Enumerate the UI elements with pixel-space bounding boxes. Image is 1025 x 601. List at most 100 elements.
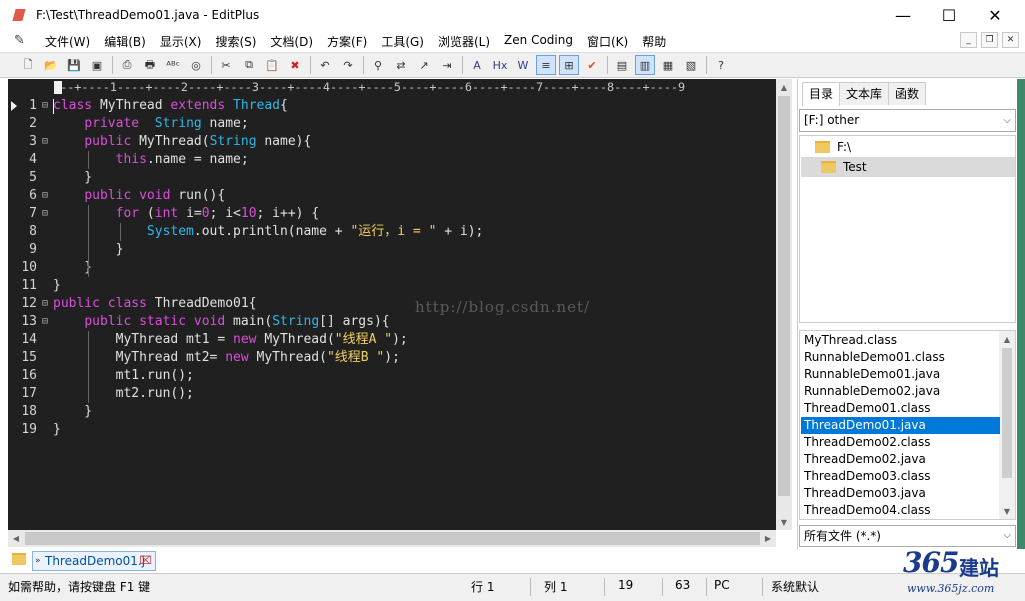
scroll-down-arrow-icon[interactable]: ▼	[999, 503, 1015, 519]
help-icon[interactable]: ?	[711, 55, 731, 75]
menu-item[interactable]: 方案(F)	[320, 33, 374, 50]
indent-icon[interactable]: ⇥	[437, 55, 457, 75]
tab-functions[interactable]: 函数	[888, 82, 927, 105]
code-line[interactable]: for (int i=0; i<10; i++) {	[53, 205, 320, 223]
file-list-item[interactable]: RunnableDemo01.class	[801, 349, 1000, 366]
close-button[interactable]: ✕	[972, 0, 1018, 30]
fold-toggle-icon[interactable]: ⊟	[42, 299, 51, 309]
file-list-item[interactable]: ThreadDemo01.class	[801, 400, 1000, 417]
print-icon[interactable]: 🖶	[140, 55, 160, 75]
file-list-item[interactable]: ThreadDemo03.java	[801, 485, 1000, 502]
menu-item[interactable]: 文档(D)	[263, 33, 320, 50]
editor-horizontal-scrollbar[interactable]: ◀ ▶	[8, 530, 776, 547]
title-bar[interactable]: F:\Test\ThreadDemo01.java - EditPlus — ☐…	[0, 0, 1025, 30]
undo-icon[interactable]: ↶	[315, 55, 335, 75]
scroll-down-arrow-icon[interactable]: ▼	[776, 514, 792, 530]
scroll-left-arrow-icon[interactable]: ◀	[8, 530, 24, 547]
hex-icon[interactable]: Hx	[490, 55, 510, 75]
vertical-scroll-thumb[interactable]	[778, 96, 790, 496]
copy-icon[interactable]: ⧉	[239, 55, 259, 75]
save-all-icon[interactable]: ▣	[87, 55, 107, 75]
fold-toggle-icon[interactable]: ⊟	[42, 209, 51, 219]
fold-toggle-icon[interactable]: ⊟	[42, 191, 51, 201]
file-list-scroll-thumb[interactable]	[1002, 348, 1012, 478]
file-list-item[interactable]: ThreadDemo02.class	[801, 434, 1000, 451]
find-icon[interactable]: ⚲	[368, 55, 388, 75]
code-line[interactable]: public MyThread(String name){	[53, 133, 311, 151]
menu-item[interactable]: 搜索(S)	[208, 33, 263, 50]
horizontal-scroll-thumb[interactable]	[25, 532, 760, 545]
paste-icon[interactable]: 📋	[262, 55, 282, 75]
fold-toggle-icon[interactable]: ⊟	[42, 317, 51, 327]
open-file-icon[interactable]: 📂	[41, 55, 61, 75]
editor-vertical-scrollbar[interactable]: ▲ ▼	[776, 79, 792, 530]
dir-item-test[interactable]: Test	[801, 157, 1015, 177]
cut-icon[interactable]: ✂	[216, 55, 236, 75]
view-2-icon[interactable]: ▥	[635, 55, 655, 75]
menu-item[interactable]: 帮助	[635, 33, 673, 50]
code-editor[interactable]: ---+----1----+----2----+----3----+----4-…	[8, 79, 792, 530]
drive-select[interactable]: [F:] other ⌵	[799, 109, 1016, 132]
code-line[interactable]: mt1.run();	[53, 367, 194, 385]
code-line[interactable]: }	[53, 277, 61, 295]
delete-icon[interactable]: ✖	[285, 55, 305, 75]
file-list-item[interactable]: MyThread.class	[801, 332, 1000, 349]
line-number-icon[interactable]: ≡	[536, 55, 556, 75]
document-tab[interactable]: » ThreadDemo01.j ⌧	[32, 551, 156, 571]
menu-item[interactable]: 窗口(K)	[580, 33, 635, 50]
code-line[interactable]: public static void main(String[] args){	[53, 313, 389, 331]
file-list[interactable]: ▲ ▼ MyThread.class RunnableDemo01.class Ru…	[799, 330, 1016, 520]
code-line[interactable]: }	[53, 169, 92, 187]
tab-close-icon[interactable]: ⌧	[139, 552, 152, 570]
scroll-up-arrow-icon[interactable]: ▲	[999, 331, 1015, 347]
folder-icon[interactable]	[12, 553, 26, 565]
fold-toggle-icon[interactable]: ⊟	[42, 101, 51, 111]
mdi-close-icon[interactable]: ✕	[1002, 32, 1019, 48]
file-list-item[interactable]: ThreadDemo02.java	[801, 451, 1000, 468]
file-list-item[interactable]: ThreadDemo01.java	[801, 417, 1000, 434]
menu-item[interactable]: Zen Coding	[497, 33, 580, 50]
maximize-button[interactable]: ☐	[926, 0, 972, 30]
font-icon[interactable]: A	[467, 55, 487, 75]
view-1-icon[interactable]: ▤	[612, 55, 632, 75]
view-3-icon[interactable]: ▦	[658, 55, 678, 75]
code-line[interactable]: }	[53, 421, 61, 439]
menu-item[interactable]: 显示(X)	[153, 33, 209, 50]
code-line[interactable]: public void run(){	[53, 187, 225, 205]
file-list-item[interactable]: ThreadDemo03.class	[801, 468, 1000, 485]
minimize-button[interactable]: —	[880, 0, 926, 30]
scroll-right-arrow-icon[interactable]: ▶	[760, 530, 776, 547]
file-list-item[interactable]: ThreadDemo04.class	[801, 502, 1000, 519]
menu-item[interactable]: 工具(G)	[374, 33, 431, 50]
view-4-icon[interactable]: ▧	[681, 55, 701, 75]
scroll-up-arrow-icon[interactable]: ▲	[776, 79, 792, 95]
menu-item[interactable]: 文件(W)	[38, 33, 97, 50]
spell-check-icon[interactable]: ᴬᴮᶜ	[163, 55, 183, 75]
tab-cliptext[interactable]: 文本库	[839, 82, 890, 105]
replace-icon[interactable]: ⇄	[391, 55, 411, 75]
directory-tree[interactable]: F:\ Test	[799, 135, 1016, 323]
code-line[interactable]: class MyThread extends Thread{	[53, 97, 288, 115]
mdi-minimize-icon[interactable]: _	[960, 32, 977, 48]
redo-icon[interactable]: ↷	[338, 55, 358, 75]
check-icon[interactable]: ✔	[582, 55, 602, 75]
menu-item[interactable]: 编辑(B)	[97, 33, 153, 50]
code-line[interactable]: this.name = name;	[53, 151, 249, 169]
tab-directory[interactable]: 目录	[802, 82, 841, 106]
print-preview-icon[interactable]: ⎙	[117, 55, 137, 75]
code-line[interactable]: private String name;	[53, 115, 248, 133]
code-area[interactable]: class MyThread extends Thread{ private S…	[53, 97, 773, 530]
code-line[interactable]: MyThread mt2= new MyThread("线程B ");	[53, 349, 400, 367]
word-wrap-icon[interactable]: W	[513, 55, 533, 75]
dir-item-root[interactable]: F:\	[801, 137, 1015, 157]
code-line[interactable]: MyThread mt1 = new MyThread("线程A ");	[53, 331, 408, 349]
code-line[interactable]: public class ThreadDemo01{	[53, 295, 257, 313]
new-file-icon[interactable]: 🗋	[18, 55, 38, 75]
file-list-item[interactable]: RunnableDemo02.java	[801, 383, 1000, 400]
save-icon[interactable]: 💾	[64, 55, 84, 75]
browser-preview-icon[interactable]: ◎	[186, 55, 206, 75]
code-line[interactable]: }	[53, 403, 92, 421]
goto-icon[interactable]: ↗	[414, 55, 434, 75]
mdi-restore-icon[interactable]: ❐	[981, 32, 998, 48]
file-list-scrollbar[interactable]: ▲ ▼	[999, 331, 1015, 519]
